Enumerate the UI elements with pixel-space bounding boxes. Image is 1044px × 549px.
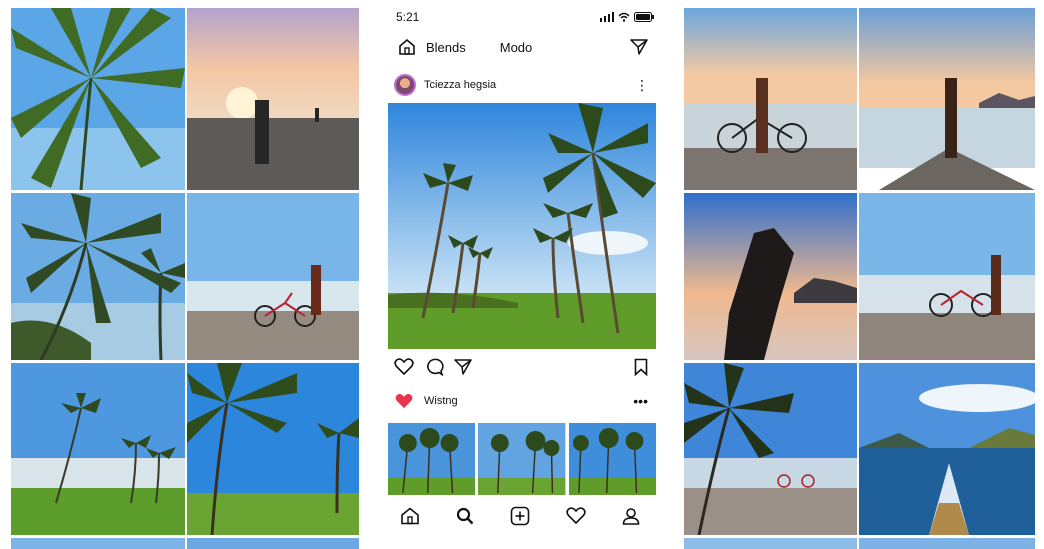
- photo-tile-woman-beach[interactable]: [859, 8, 1035, 190]
- tab-modo[interactable]: Modo: [500, 40, 533, 55]
- photo-tile-woman-bike[interactable]: [684, 8, 857, 190]
- photo-tile-partial-3: [684, 538, 857, 549]
- bottom-nav: [400, 504, 640, 528]
- post-image[interactable]: [388, 103, 656, 349]
- photo-tile-palms-hill[interactable]: [11, 193, 185, 360]
- create-icon[interactable]: [510, 506, 530, 526]
- right-photo-grid: [684, 8, 1035, 549]
- photo-tile-boat-sea[interactable]: [859, 363, 1035, 535]
- photo-tile-palms-grass[interactable]: [187, 363, 359, 535]
- home-icon[interactable]: [398, 38, 416, 56]
- photo-tile-hand-sunset[interactable]: [684, 193, 857, 360]
- profile-icon[interactable]: [622, 507, 640, 525]
- thumbnail-1[interactable]: [388, 423, 476, 495]
- thumbnail-3[interactable]: [568, 423, 656, 495]
- signal-icon: [600, 12, 614, 22]
- tab-blends[interactable]: Blends: [426, 40, 466, 55]
- search-icon[interactable]: [456, 507, 474, 525]
- status-time: 5:21: [396, 10, 420, 24]
- send-icon[interactable]: [630, 39, 648, 55]
- photo-tile-beach-sunset[interactable]: [187, 8, 359, 190]
- post-header: Tciezza hegsia ⋮: [394, 74, 649, 96]
- left-photo-grid: [11, 8, 359, 549]
- battery-icon: [634, 12, 654, 22]
- photo-tile-palm-line[interactable]: [11, 363, 185, 535]
- wifi-icon: [618, 12, 630, 22]
- post-actions: [394, 356, 648, 378]
- photo-tile-palm-bike[interactable]: [684, 363, 857, 535]
- activity-icon[interactable]: [566, 507, 586, 525]
- photo-tile-cyclist-beach[interactable]: [187, 193, 359, 360]
- share-icon[interactable]: [454, 359, 472, 375]
- heart-icon[interactable]: [394, 393, 414, 410]
- more-icon[interactable]: ⋮: [635, 77, 649, 94]
- thumbnail-strip: [388, 423, 656, 495]
- phone-feed: 5:21 Blends Modo Tciezza hegsia ⋮ Wistng…: [386, 0, 658, 549]
- post-username[interactable]: Tciezza hegsia: [424, 79, 496, 91]
- status-bar: 5:21: [396, 10, 654, 24]
- photo-tile-cyclist-shore[interactable]: [859, 193, 1035, 360]
- comment-icon[interactable]: [424, 358, 444, 376]
- avatar[interactable]: [394, 74, 416, 96]
- photo-tile-partial-4: [859, 538, 1035, 549]
- likes-text: Wistng: [424, 395, 458, 407]
- like-icon[interactable]: [394, 358, 414, 376]
- likes-row: Wistng •••: [394, 391, 648, 411]
- photo-tile-partial-1: [11, 538, 185, 549]
- photo-tile-palm-closeup[interactable]: [11, 8, 185, 190]
- thumbnail-2[interactable]: [478, 423, 566, 495]
- top-nav: Blends Modo: [398, 36, 648, 58]
- bookmark-icon[interactable]: [634, 358, 648, 376]
- photo-tile-partial-2: [187, 538, 359, 549]
- more-icon[interactable]: •••: [633, 393, 648, 409]
- home-icon[interactable]: [400, 507, 420, 525]
